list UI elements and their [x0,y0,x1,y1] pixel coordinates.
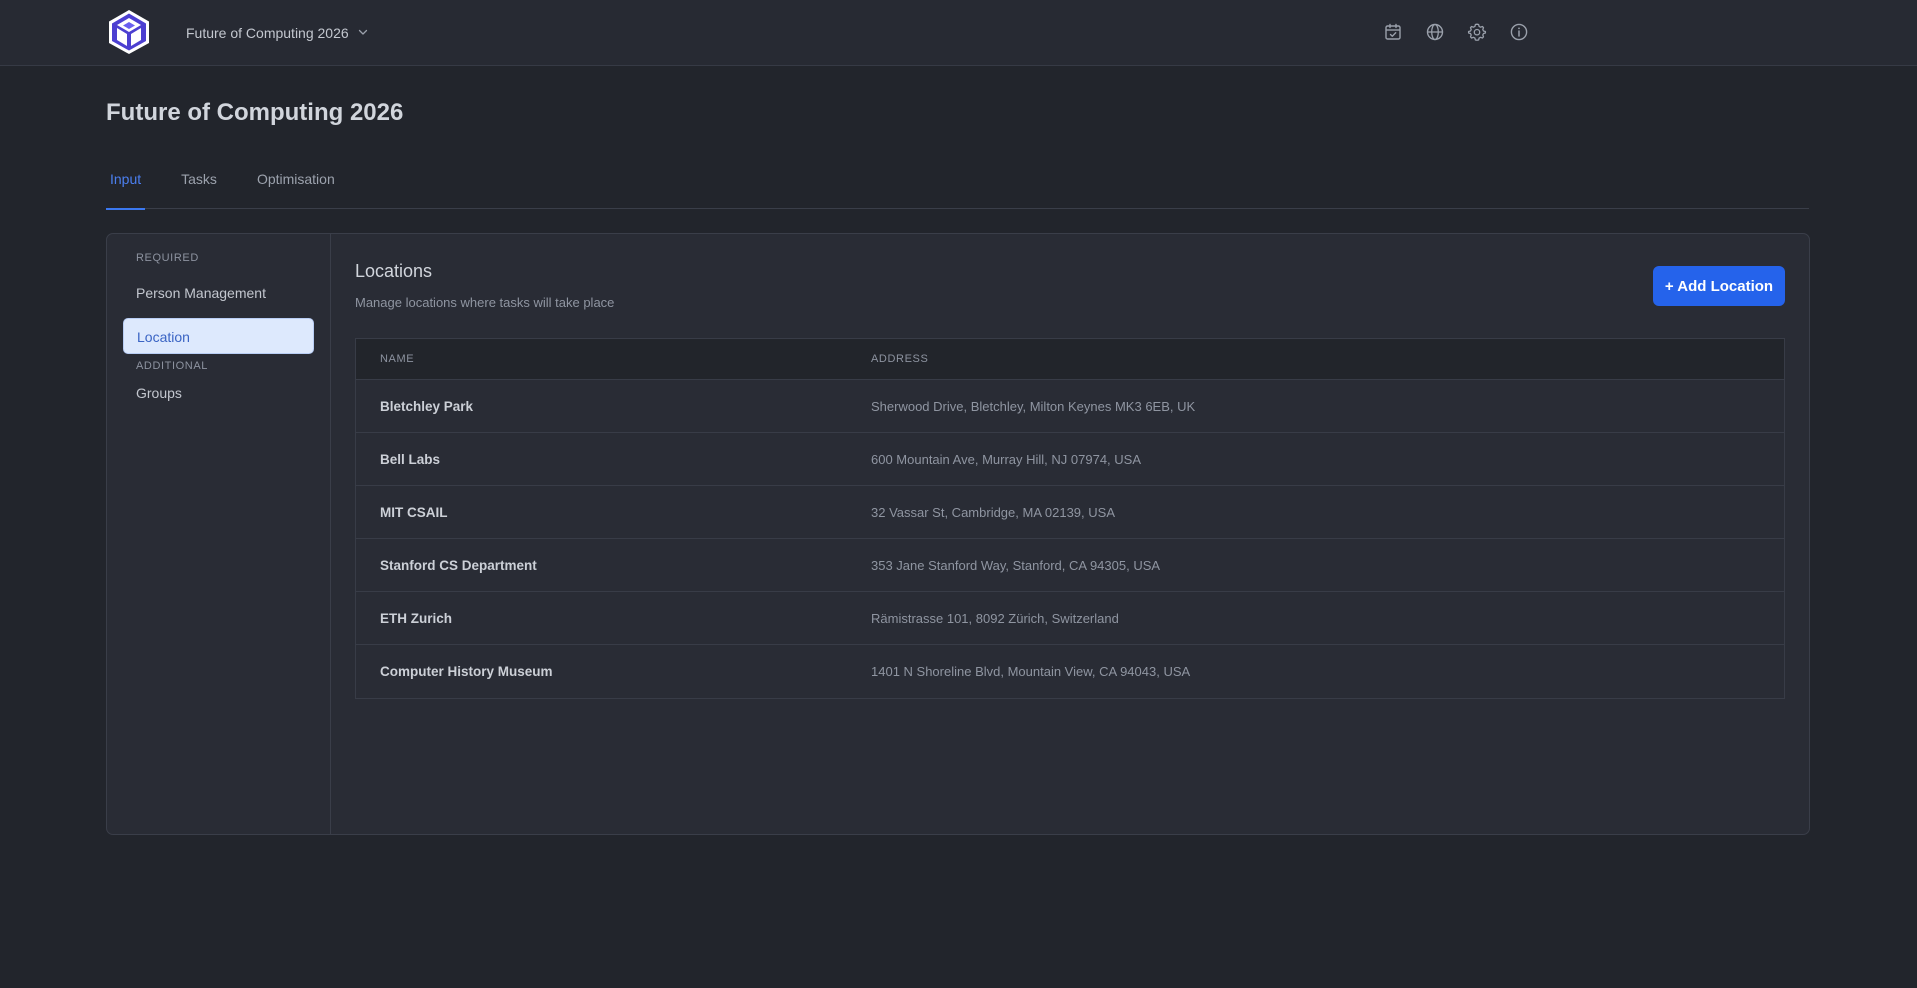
info-icon[interactable] [1509,22,1529,42]
location-name: ETH Zurich [380,610,453,626]
calendar-check-icon[interactable] [1383,22,1403,42]
tab-tasks[interactable]: Tasks [177,160,221,209]
gear-icon[interactable] [1467,22,1487,42]
location-address: 1401 N Shoreline Blvd, Mountain View, CA… [871,664,1191,679]
add-location-button[interactable]: + Add Location [1653,266,1785,306]
sidebar-section-required: REQUIRED [136,252,199,264]
sidebar-item-groups[interactable]: Groups [123,375,314,411]
location-address: 600 Mountain Ave, Murray Hill, NJ 07974,… [871,451,1142,467]
table-row[interactable]: MIT CSAIL 32 Vassar St, Cambridge, MA 02… [356,486,1784,539]
location-name: Bell Labs [380,451,441,467]
location-address: Rämistrasse 101, 8092 Zürich, Switzerlan… [871,610,1119,626]
table-row[interactable]: Computer History Museum 1401 N Shoreline… [356,645,1784,698]
sidebar-item-person-management[interactable]: Person Management [123,275,314,311]
section-title: Locations [355,261,433,281]
table-header: NAME ADDRESS [356,339,1784,380]
app-logo-icon[interactable] [107,9,151,55]
table-row[interactable]: ETH Zurich Rämistrasse 101, 8092 Zürich,… [356,592,1784,645]
location-name: Computer History Museum [380,664,553,679]
location-address: 32 Vassar St, Cambridge, MA 02139, USA [871,504,1115,520]
tab-bar: Input Tasks Optimisation [106,160,1809,210]
location-name: Stanford CS Department [380,557,537,573]
globe-icon[interactable] [1425,22,1445,42]
project-switcher-label: Future of Computing 2026 [186,25,349,41]
tab-input[interactable]: Input [106,160,146,210]
sidebar: REQUIRED Person Management Location ADDI… [107,234,331,834]
section-subtitle: Manage locations where tasks will take p… [355,295,615,310]
top-bar: Future of Computing 2026 [0,0,1917,66]
table-row[interactable]: Stanford CS Department 353 Jane Stanford… [356,539,1784,592]
tab-optimisation[interactable]: Optimisation [253,160,339,209]
table-row[interactable]: Bletchley Park Sherwood Drive, Bletchley… [356,380,1784,433]
location-name: MIT CSAIL [380,504,448,520]
chevron-down-icon [357,25,369,41]
location-name: Bletchley Park [380,398,474,414]
input-panel: REQUIRED Person Management Location ADDI… [106,233,1810,835]
locations-table: NAME ADDRESS Bletchley Park Sherwood Dri… [355,338,1785,699]
project-switcher[interactable]: Future of Computing 2026 [186,22,369,44]
location-address: Sherwood Drive, Bletchley, Milton Keynes… [871,398,1196,414]
locations-content: Locations Manage locations where tasks w… [331,234,1809,834]
column-header-address[interactable]: ADDRESS [871,353,1784,365]
top-icon-group [1383,22,1529,42]
location-address: 353 Jane Stanford Way, Stanford, CA 9430… [871,557,1161,573]
sidebar-section-additional: ADDITIONAL [136,360,209,372]
column-header-name[interactable]: NAME [356,353,871,365]
page-title: Future of Computing 2026 [106,99,404,126]
sidebar-item-location[interactable]: Location [123,318,314,354]
table-row[interactable]: Bell Labs 600 Mountain Ave, Murray Hill,… [356,433,1784,486]
